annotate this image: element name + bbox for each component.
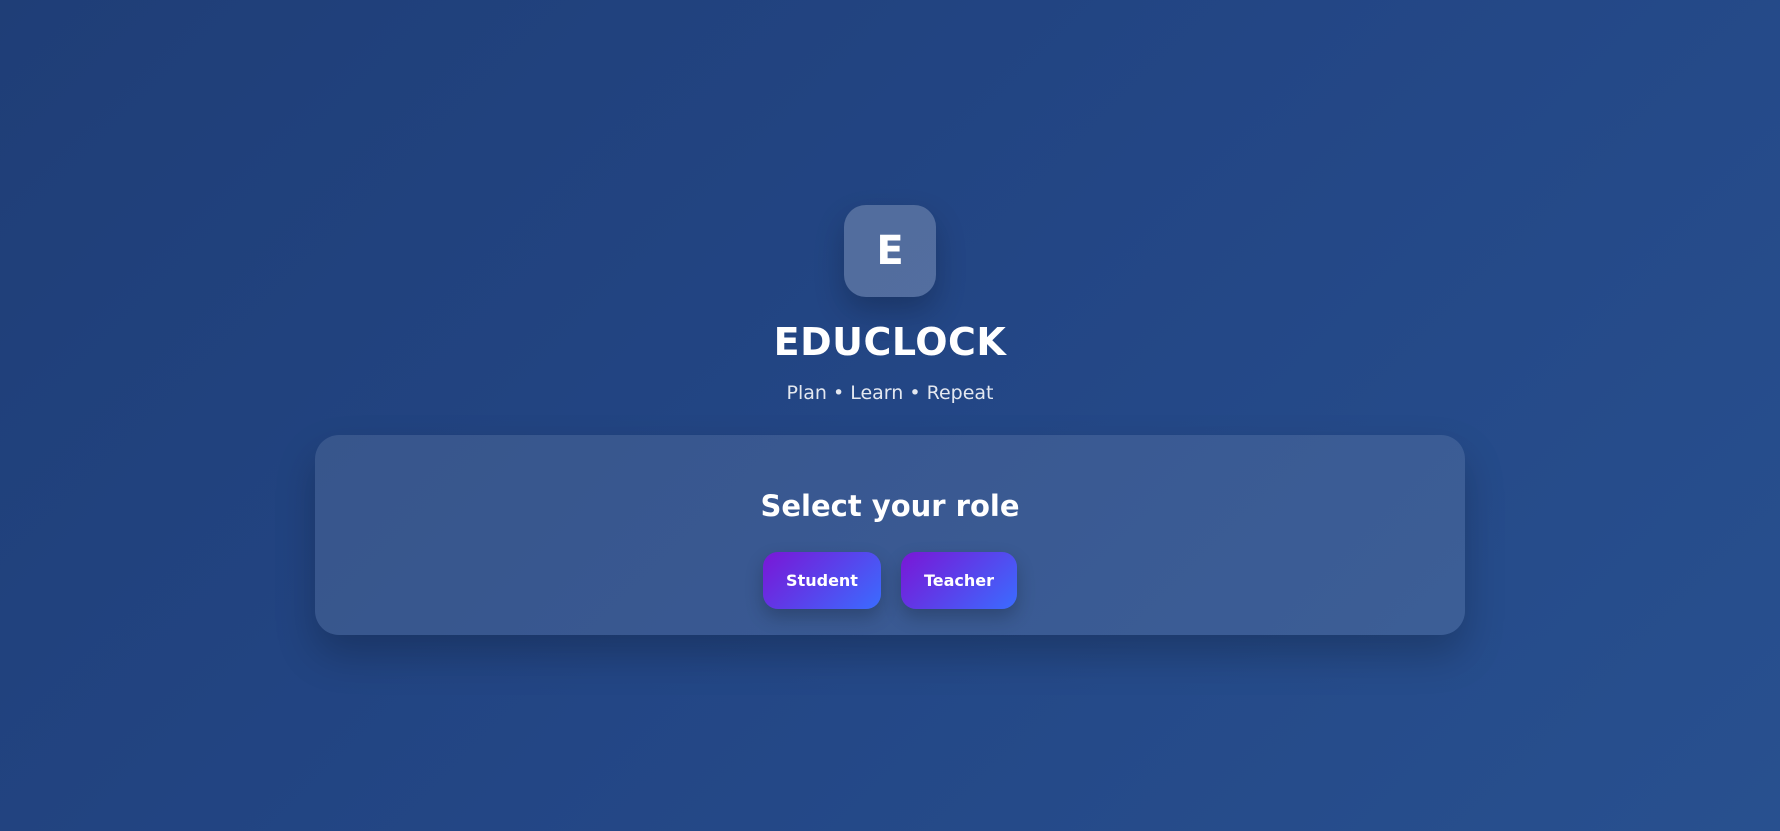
app-title: EDUCLOCK: [773, 320, 1007, 364]
logo-letter: E: [876, 228, 904, 274]
landing-screen: E EDUCLOCK Plan • Learn • Repeat Select …: [0, 0, 1780, 831]
student-role-button[interactable]: Student: [763, 552, 881, 609]
role-selection-card: Select your role Student Teacher: [315, 435, 1465, 635]
app-logo: E: [844, 205, 936, 297]
teacher-role-button[interactable]: Teacher: [901, 552, 1017, 609]
app-tagline: Plan • Learn • Repeat: [786, 382, 994, 404]
role-selection-heading: Select your role: [760, 489, 1020, 523]
